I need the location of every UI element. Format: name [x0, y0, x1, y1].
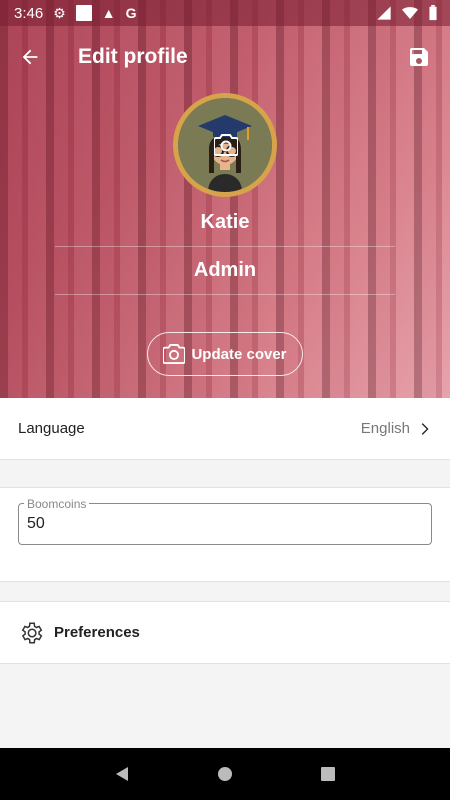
- boomcoins-label: Boomcoins: [24, 497, 90, 511]
- google-status-icon: G: [125, 5, 137, 21]
- boomcoins-value: 50: [27, 515, 45, 532]
- avatar-button[interactable]: [173, 93, 277, 197]
- name-divider: [55, 246, 395, 247]
- role-divider: [55, 294, 395, 295]
- profile-role: Admin: [193, 259, 257, 281]
- nav-back-icon[interactable]: [113, 765, 131, 783]
- language-row[interactable]: Language English: [0, 398, 450, 460]
- avatar: [178, 98, 272, 192]
- update-cover-label: Update cover: [191, 345, 287, 363]
- wifi-icon: [402, 7, 418, 19]
- status-right: [376, 5, 438, 21]
- save-button[interactable]: [402, 40, 436, 74]
- back-button[interactable]: [0, 26, 60, 88]
- profile-name: Katie: [200, 211, 250, 233]
- page-title: Edit profile: [78, 45, 188, 68]
- notification-square-icon: [75, 5, 92, 21]
- gear-icon: [21, 621, 43, 644]
- status-bar: 3:46 ⚙ ▲ G: [0, 0, 450, 26]
- preferences-row[interactable]: Preferences: [0, 601, 450, 664]
- language-label: Language: [18, 420, 85, 437]
- camera-icon: [163, 344, 186, 364]
- battery-icon: [429, 5, 437, 21]
- chevron-right-icon: [421, 422, 429, 435]
- system-nav-bar: [0, 748, 450, 800]
- update-cover-button[interactable]: Update cover: [147, 332, 303, 376]
- status-left: 3:46 ⚙ ▲ G: [14, 5, 137, 22]
- preferences-label: Preferences: [54, 624, 140, 641]
- nav-recents-icon[interactable]: [319, 765, 337, 783]
- android-status-icon: ▲: [101, 5, 116, 21]
- signal-icon: [377, 6, 391, 20]
- status-time: 3:46: [14, 4, 44, 22]
- nav-home-icon[interactable]: [216, 765, 234, 783]
- boomcoins-section: 50 Boomcoins: [0, 487, 450, 582]
- save-icon: [410, 48, 428, 66]
- top-app-bar: Edit profile: [0, 26, 450, 88]
- camera-icon: [214, 134, 238, 156]
- settings-status-icon: ⚙: [53, 5, 66, 21]
- arrow-left-icon: [22, 49, 38, 65]
- language-value: English: [360, 420, 410, 437]
